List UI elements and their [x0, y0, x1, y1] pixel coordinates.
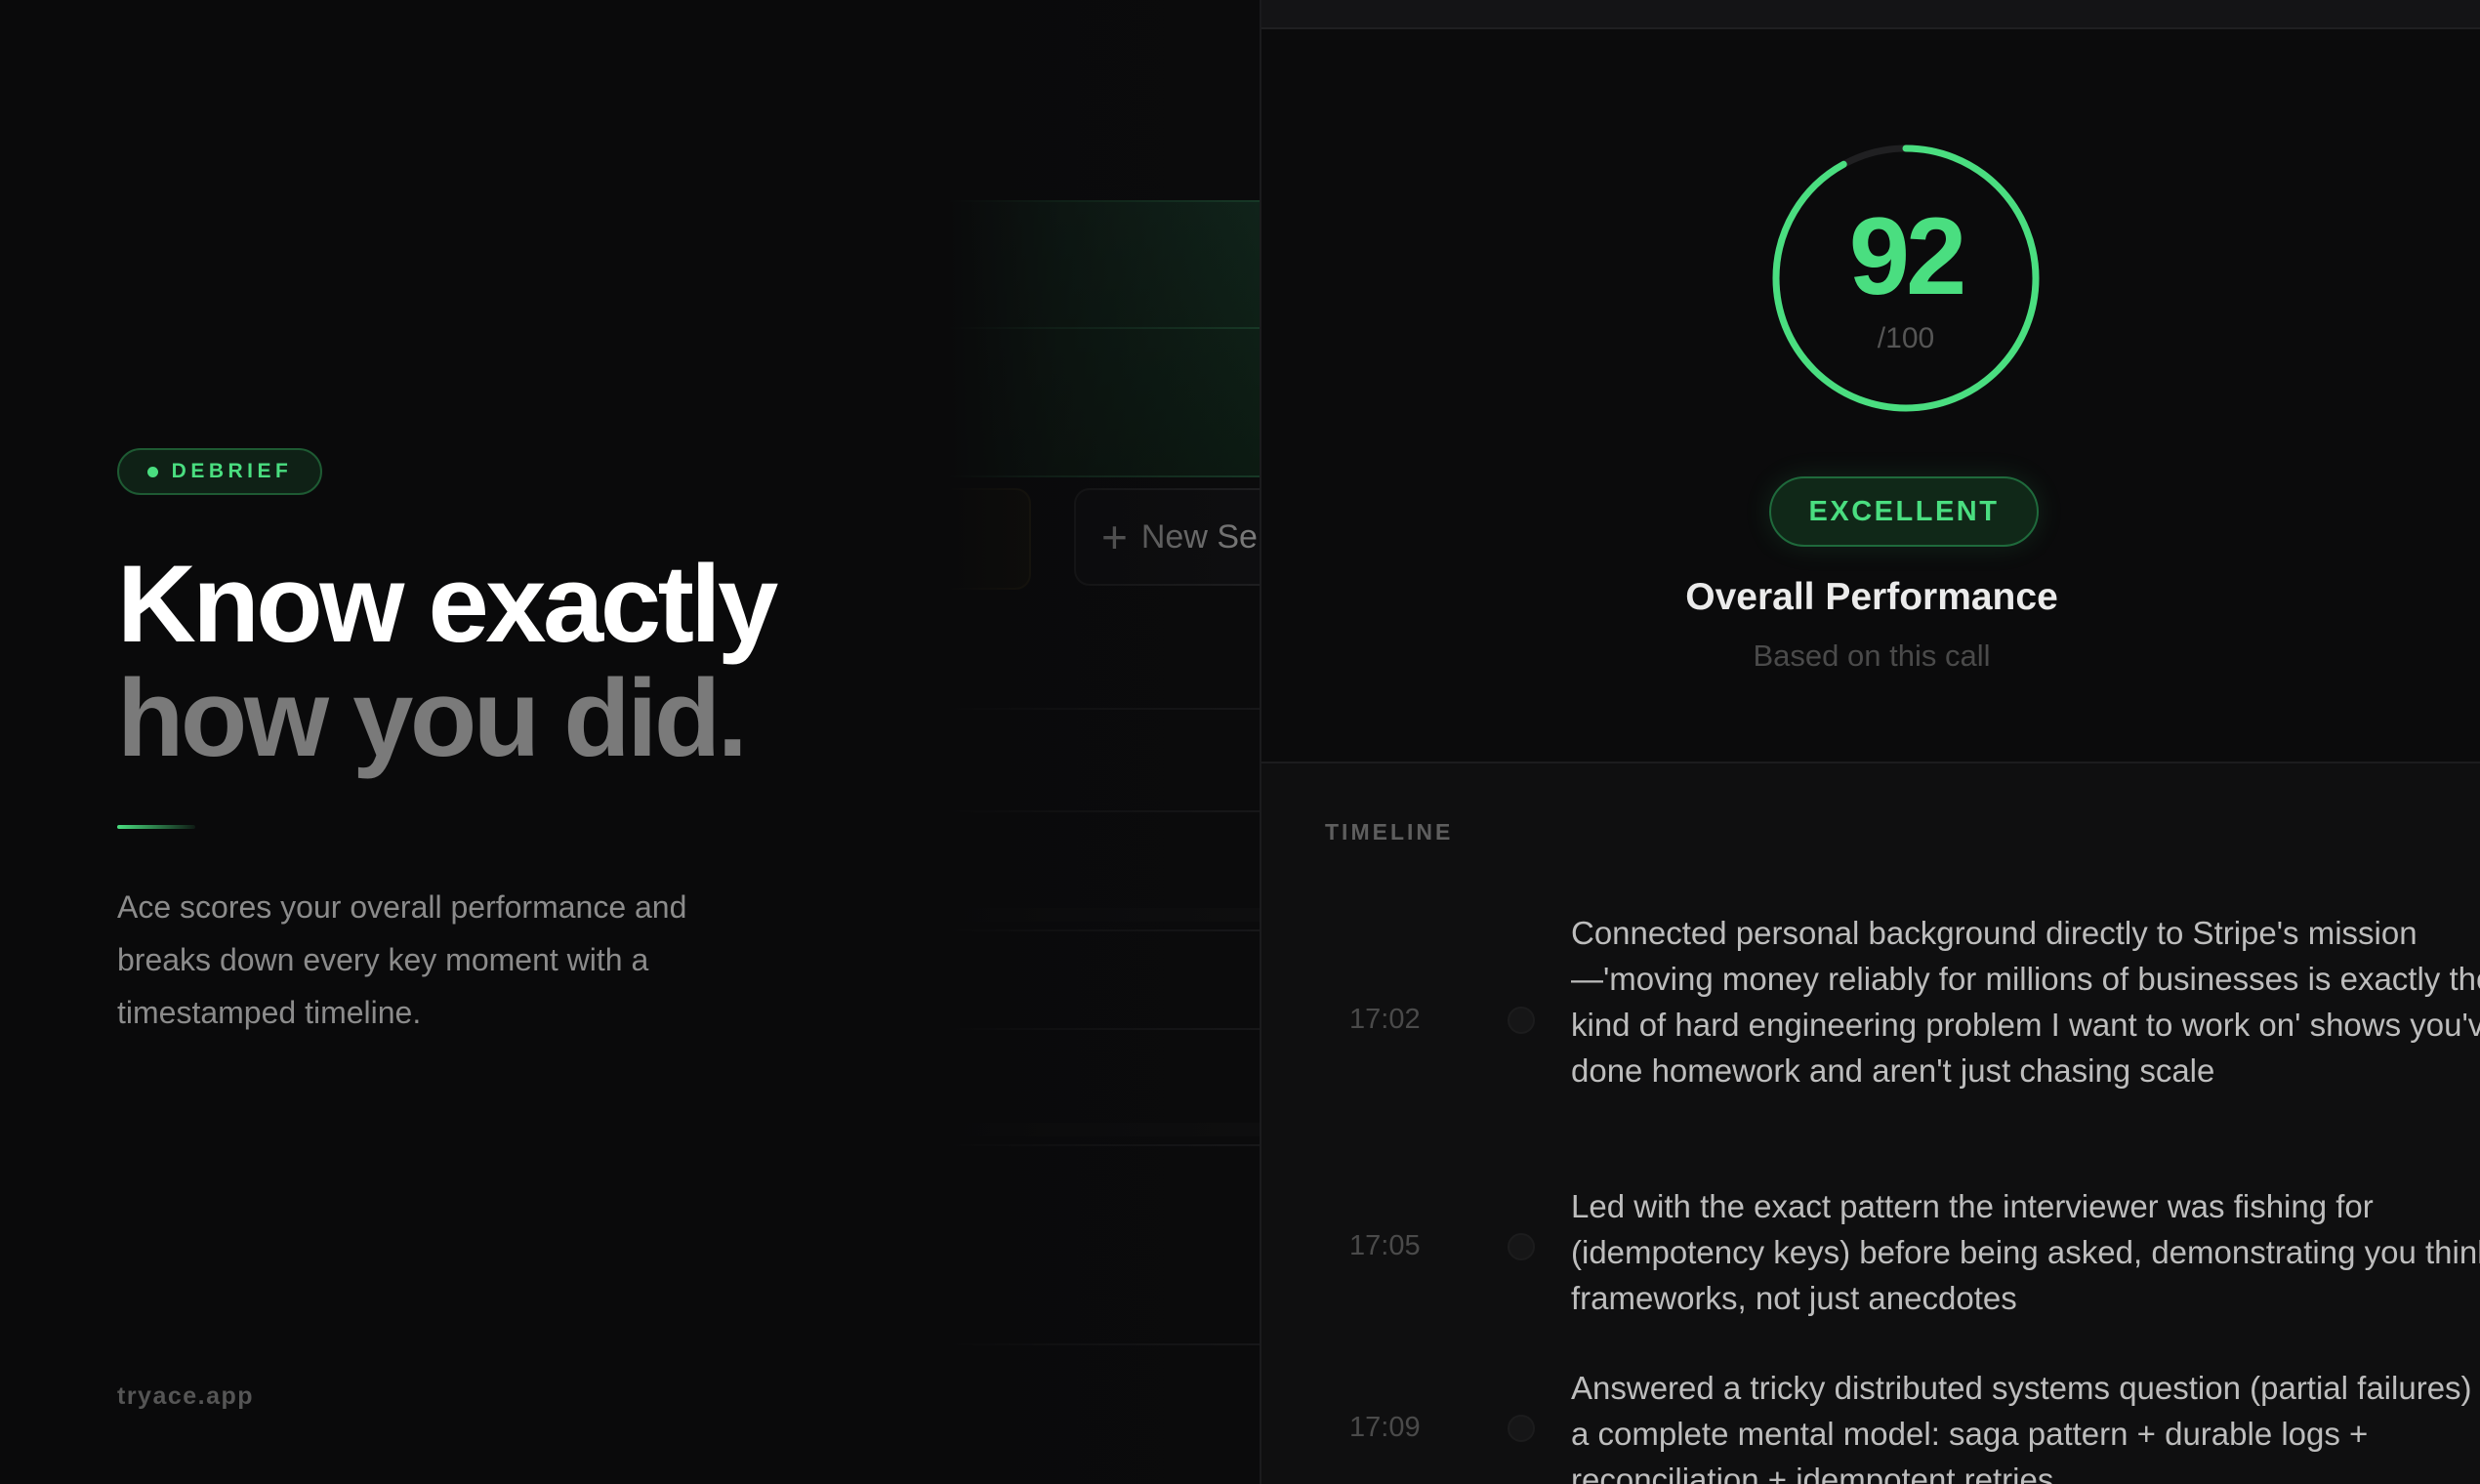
background-highlight-card: [947, 200, 1260, 477]
badge-label: DEBRIEF: [171, 460, 293, 482]
timeline-marker-icon: [1508, 1415, 1535, 1442]
headline-line-2: how you did.: [117, 657, 748, 779]
site-url: tryace.app: [117, 1382, 255, 1410]
timeline-time: 17:09: [1349, 1412, 1421, 1443]
timeline-time: 17:02: [1349, 1004, 1421, 1035]
background-divider: [947, 708, 1260, 710]
background-app-preview: + New Se: [947, 0, 1260, 1484]
background-divider: [947, 810, 1260, 812]
timeline-section: TIMELINE 17:02 Connected personal backgr…: [1261, 762, 2480, 1484]
rating-badge: EXCELLENT: [1769, 476, 2039, 547]
timeline-marker-icon: [1508, 1007, 1535, 1034]
accent-divider: [117, 825, 195, 829]
headline: Know exactly how you did.: [117, 543, 778, 779]
new-session-button: + New Se: [1074, 488, 1260, 586]
headline-line-1: Know exactly: [117, 543, 778, 665]
background-divider: [947, 1144, 1260, 1146]
timeline-time: 17:05: [1349, 1230, 1421, 1261]
new-session-label: New Se: [1140, 517, 1258, 556]
timeline-text: Answered a tricky distributed systems qu…: [1571, 1370, 2480, 1484]
plus-icon: +: [1101, 512, 1128, 562]
background-card: [947, 488, 1031, 590]
background-divider: [947, 1028, 1260, 1030]
timeline-heading: TIMELINE: [1325, 819, 1454, 845]
overall-performance-title: Overall Performance: [1685, 576, 2058, 618]
background-divider: [947, 908, 1260, 922]
debrief-badge: DEBRIEF: [117, 448, 322, 495]
background-divider: [947, 1343, 1260, 1345]
panel-top-bar: [1261, 0, 2480, 29]
status-dot-icon: [146, 466, 158, 477]
timeline-text: Connected personal background directly t…: [1571, 915, 2480, 1089]
background-divider: [947, 929, 1260, 931]
score-denominator: /100: [1877, 322, 1935, 354]
background-divider: [947, 1123, 1260, 1136]
debrief-panel: 92 /100 EXCELLENT Overall Performance Ba…: [1260, 0, 2480, 1484]
timeline-marker-icon: [1508, 1233, 1535, 1260]
timeline-text: Led with the exact pattern the interview…: [1571, 1188, 2480, 1316]
overall-performance-subtitle: Based on this call: [1753, 639, 1991, 673]
score-value: 92: [1848, 195, 1967, 317]
score-ring: 92 /100: [1769, 142, 2043, 415]
description: Ace scores your overall performance and …: [117, 889, 687, 1030]
